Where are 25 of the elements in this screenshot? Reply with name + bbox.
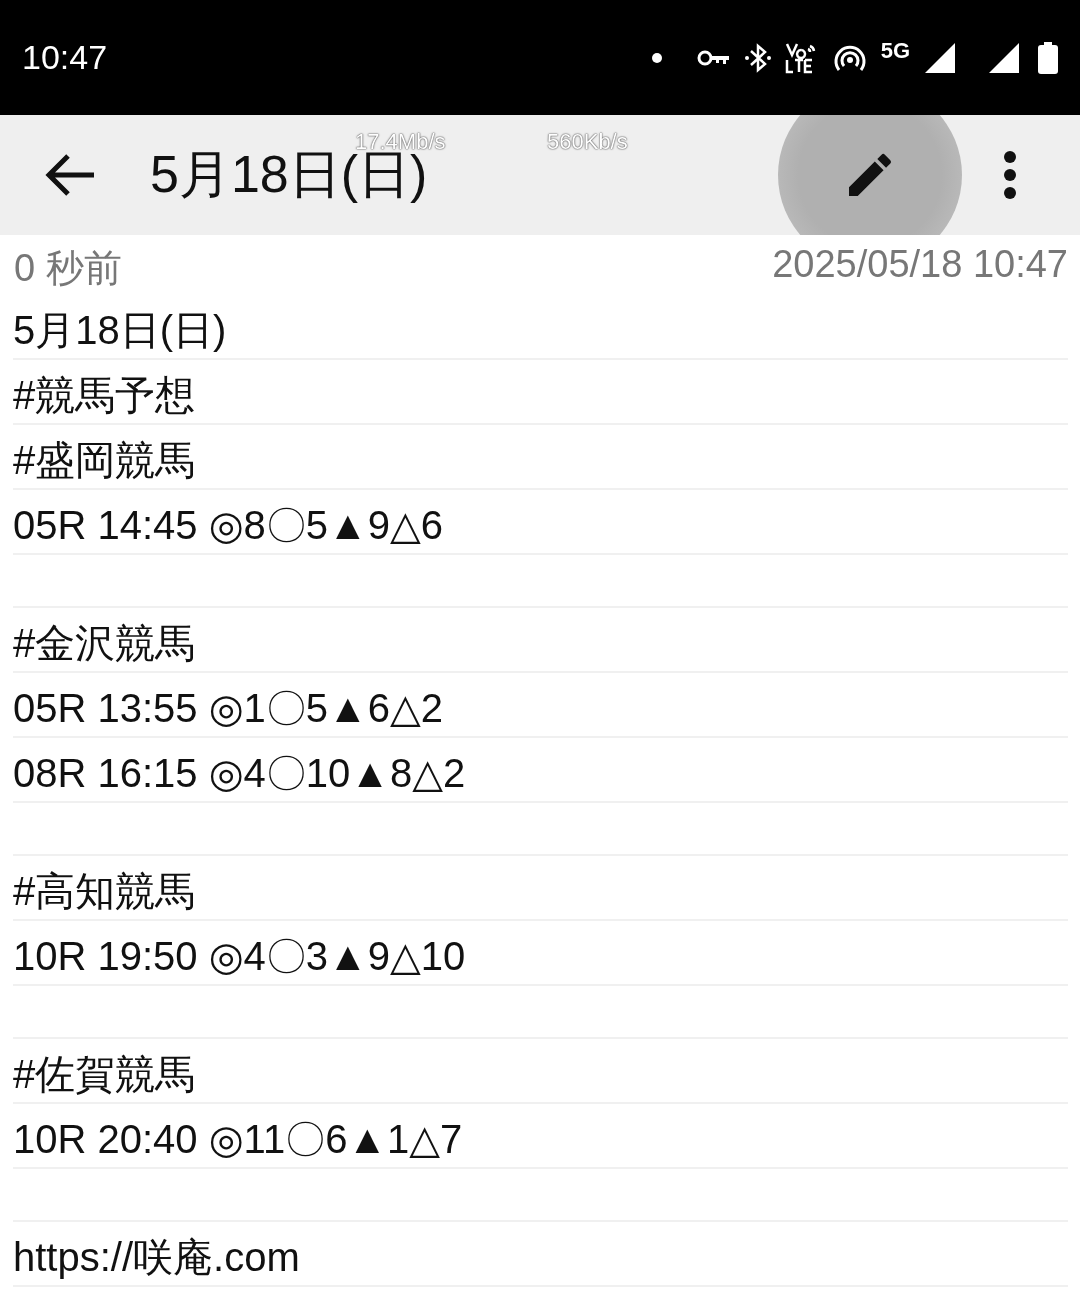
note-line: #金沢競馬	[13, 621, 196, 665]
note-line: #競馬予想	[13, 373, 196, 417]
note-line: 10R 20:40 ◎11〇6▲1△7	[13, 1117, 463, 1161]
note-line: https://咲庵.com	[13, 1235, 300, 1279]
clock: 10:47	[22, 38, 109, 77]
note-line: 05R 13:55 ◎1〇5▲6△2	[13, 686, 443, 730]
more-vertical-icon	[1003, 150, 1017, 200]
note-line: #佐賀競馬	[13, 1052, 196, 1096]
note-line: #盛岡競馬	[13, 438, 196, 482]
relative-time: 0 秒前	[14, 246, 122, 291]
battery-icon	[1038, 41, 1058, 74]
signal-icon	[924, 41, 956, 74]
note-line: 5月18日(日)	[13, 308, 227, 352]
timestamp: 2025/05/18 10:47	[772, 243, 1068, 287]
back-arrow-icon	[44, 153, 96, 197]
signal-icon	[988, 41, 1020, 74]
note-line: 05R 14:45 ◎8〇5▲9△6	[13, 503, 443, 547]
key-icon	[696, 48, 731, 67]
note-line: 08R 16:15 ◎4〇10▲8△2	[13, 751, 466, 795]
network-speed: 560Kb/s	[547, 129, 628, 155]
note-line: 10R 19:50 ◎4〇3▲9△10	[13, 934, 466, 978]
note-line: #高知競馬	[13, 869, 196, 913]
bluetooth-icon	[744, 41, 771, 74]
notification-dot-icon	[650, 51, 663, 64]
network-type-label: 5G	[880, 37, 910, 64]
